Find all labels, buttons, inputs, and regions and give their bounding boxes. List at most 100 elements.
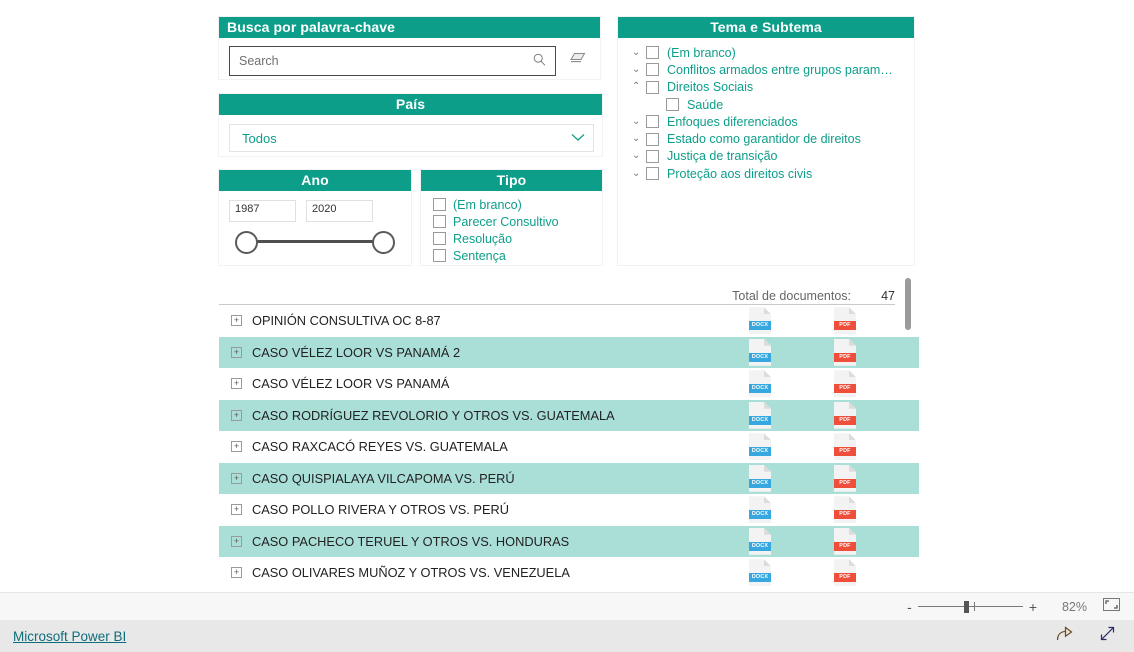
year-slider-handle-max[interactable] [372,231,395,254]
year-range-slider[interactable] [233,231,395,254]
pdf-file-icon[interactable]: PDF [834,496,856,524]
theme-item-label: Saúde [687,97,724,112]
theme-item[interactable]: ⌄ Justiça de transição [618,148,914,165]
document-title: CASO OLIVARES MUÑOZ Y OTROS VS. VENEZUEL… [252,565,570,581]
theme-item[interactable]: ⌄ Estado como garantidor de direitos [618,130,914,147]
table-row[interactable]: + CASO VÉLEZ LOOR VS PANAMÁ 2 DOCX PDF [219,336,919,368]
chevron-down-icon[interactable]: ⌄ [632,64,646,75]
total-documents-value: 47 [881,289,895,303]
checkbox-icon[interactable] [433,215,446,228]
zoom-slider[interactable] [917,600,1023,614]
table-row[interactable]: + CASO PACHECO TERUEL Y OTROS VS. HONDURA… [219,525,919,557]
theme-item-label: Direitos Sociais [667,80,754,95]
eraser-icon[interactable] [570,52,586,70]
docx-file-icon[interactable]: DOCX [749,370,771,398]
checkbox-icon[interactable] [646,132,659,146]
checkbox-icon[interactable] [646,149,659,163]
share-icon[interactable] [1056,625,1073,647]
expand-icon[interactable]: + [231,346,242,358]
file-type-tag: DOCX [749,541,771,551]
search-box[interactable] [229,46,556,76]
documents-scrollbar[interactable] [904,278,912,586]
theme-subitem[interactable]: Saúde [618,96,914,113]
table-row[interactable]: + OPINIÓN CONSULTIVA OC 8-87 DOCX PDF [219,305,919,337]
chevron-up-icon[interactable]: ⌃ [632,82,646,92]
year-min-input[interactable]: 1987 [229,200,296,222]
file-fold [848,464,856,472]
docx-file-icon[interactable]: DOCX [749,464,771,492]
docx-file-icon[interactable]: DOCX [749,496,771,524]
country-selected-value: Todos [242,130,277,146]
checkbox-icon[interactable] [646,80,659,94]
expand-icon[interactable]: + [231,378,242,390]
year-inputs: 1987 2020 [219,191,411,222]
year-max-input[interactable]: 2020 [306,200,373,222]
checkbox-icon[interactable] [646,115,659,129]
theme-item[interactable]: ⌄ Enfoques diferenciados [618,113,914,130]
checkbox-icon[interactable] [646,167,659,181]
chevron-down-icon[interactable]: ⌄ [632,116,646,127]
table-row[interactable]: + CASO QUISPIALAYA VILCAPOMA VS. PERÚ DOCX… [219,462,919,494]
pdf-file-icon[interactable]: PDF [834,464,856,492]
file-type-tag: PDF [834,573,856,583]
checkbox-icon[interactable] [666,98,679,112]
document-file-links: DOCX PDF [749,559,919,587]
documents-scrollbar-thumb[interactable] [905,278,911,330]
theme-item-label: Justiça de transição [667,149,778,164]
docx-file-icon[interactable]: DOCX [749,559,771,587]
table-row[interactable]: + CASO OLIVARES MUÑOZ Y OTROS VS. VENEZUE… [219,557,919,589]
checkbox-icon[interactable] [646,46,659,60]
expand-icon[interactable]: + [231,441,242,453]
type-option[interactable]: Parecer Consultivo [433,213,602,230]
pdf-file-icon[interactable]: PDF [834,307,856,335]
expand-icon[interactable]: + [231,567,242,579]
table-row[interactable]: + CASO RODRÍGUEZ REVOLORIO Y OTROS VS. GU… [219,399,919,431]
expand-icon[interactable]: + [231,409,242,421]
pdf-file-icon[interactable]: PDF [834,370,856,398]
zoom-in-button[interactable]: + [1029,600,1037,614]
type-option[interactable]: (Em branco) [433,196,602,213]
pdf-file-icon[interactable]: PDF [834,401,856,429]
chevron-down-icon[interactable]: ⌄ [632,151,646,161]
zoom-slider-thumb[interactable] [963,600,969,613]
docx-file-icon[interactable]: DOCX [749,307,771,335]
checkbox-icon[interactable] [433,249,446,262]
docx-file-icon[interactable]: DOCX [749,338,771,366]
table-row[interactable]: + CASO RAXCACÓ REYES VS. GUATEMALA DOCX PDF [219,431,919,463]
expand-icon[interactable]: + [231,315,242,327]
type-option[interactable]: Resolução [433,230,602,247]
docx-file-icon[interactable]: DOCX [749,433,771,461]
search-input[interactable] [230,48,521,74]
year-slider-handle-min[interactable] [235,231,258,254]
pdf-file-icon[interactable]: PDF [834,338,856,366]
theme-item[interactable]: ⌃ Direitos Sociais [618,79,914,96]
type-option[interactable]: Sentença [433,247,602,264]
zoom-out-button[interactable]: - [907,600,912,614]
expand-icon[interactable]: + [231,472,242,484]
checkbox-icon[interactable] [433,198,446,211]
table-row[interactable]: + CASO VÉLEZ LOOR VS PANAMÁ DOCX PDF [219,368,919,400]
chevron-down-icon[interactable]: ⌄ [632,168,646,179]
pdf-file-icon[interactable]: PDF [834,559,856,587]
expand-icon[interactable]: + [231,535,242,547]
chevron-down-icon[interactable]: ⌄ [632,47,646,58]
docx-file-icon[interactable]: DOCX [749,527,771,555]
type-option-label: Resolução [453,231,513,246]
theme-item[interactable]: ⌄ (Em branco) [618,44,914,61]
focus-mode-icon[interactable] [1099,625,1116,647]
expand-icon[interactable]: + [231,504,242,516]
table-row[interactable]: + CASO POLLO RIVERA Y OTROS VS. PERÚ DOCX P… [219,494,919,526]
fit-to-page-icon[interactable] [1103,597,1120,616]
checkbox-icon[interactable] [646,63,659,77]
country-dropdown[interactable]: Todos [229,124,594,152]
type-title: Tipo [421,170,602,191]
theme-item[interactable]: ⌄ Conflitos armados entre grupos param… [618,61,914,78]
docx-file-icon[interactable]: DOCX [749,401,771,429]
checkbox-icon[interactable] [433,232,446,245]
docx-cell: DOCX [749,370,834,398]
pdf-file-icon[interactable]: PDF [834,527,856,555]
powerbi-brand-link[interactable]: Microsoft Power BI [13,629,126,644]
chevron-down-icon[interactable]: ⌄ [632,134,646,144]
theme-item[interactable]: ⌄ Proteção aos direitos civis [618,165,914,182]
pdf-file-icon[interactable]: PDF [834,433,856,461]
